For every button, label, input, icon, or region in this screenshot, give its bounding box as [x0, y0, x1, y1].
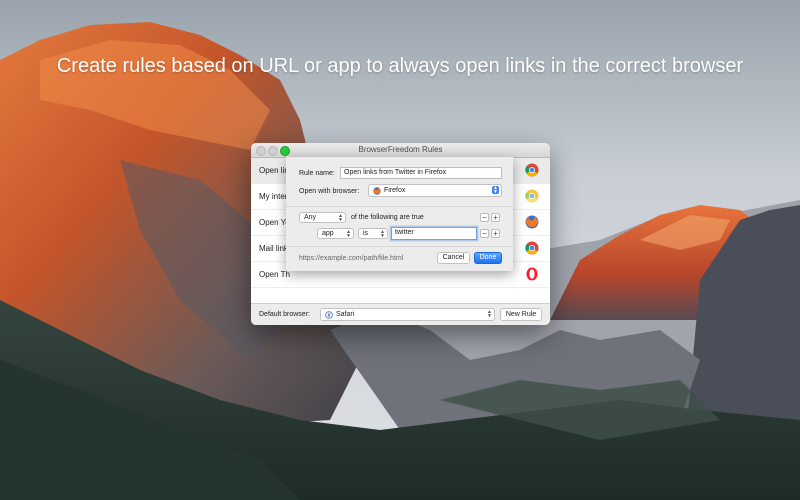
chrome-canary-icon: [525, 189, 539, 203]
rule-label: Open Th: [259, 270, 290, 279]
select-arrows-icon: ▲ ▼: [380, 229, 385, 239]
window-title: BrowserFreedom Rules: [358, 145, 443, 154]
titlebar[interactable]: BrowserFreedom Rules: [251, 143, 550, 158]
default-browser-label: Default browser:: [259, 311, 310, 318]
default-browser-select[interactable]: Safari ▲ ▼: [320, 308, 495, 321]
rule-label: Open lin: [259, 166, 289, 175]
rule-name-label: Rule name:: [299, 170, 335, 177]
opera-icon: [526, 267, 538, 281]
match-select[interactable]: Any ▲ ▼: [299, 212, 346, 223]
new-rule-button[interactable]: New Rule: [500, 308, 542, 321]
select-arrows-icon: ▲ ▼: [492, 185, 499, 195]
safari-icon: [325, 311, 333, 319]
firefox-icon: [373, 187, 381, 195]
chrome-icon: [525, 163, 539, 177]
rule-label: My inter: [259, 192, 288, 201]
remove-condition-button[interactable]: −: [480, 229, 489, 238]
rule-name-input[interactable]: Open links from Twitter in Firefox: [340, 167, 502, 179]
chrome-icon: [525, 241, 539, 255]
select-arrows-icon: ▲ ▼: [346, 229, 351, 239]
default-browser-value: Safari: [336, 311, 355, 318]
rule-editor-sheet: Rule name: Open links from Twitter in Fi…: [286, 157, 513, 271]
cancel-button[interactable]: Cancel: [437, 252, 470, 264]
open-with-value: Firefox: [384, 187, 406, 194]
condition-value-input[interactable]: twitter: [391, 227, 477, 240]
select-arrows-icon: ▲ ▼: [487, 309, 492, 319]
open-with-select[interactable]: Firefox ▲ ▼: [368, 184, 502, 197]
done-button[interactable]: Done: [474, 252, 502, 264]
match-select-value: Any: [304, 214, 317, 221]
condition-operator-value: is: [363, 230, 369, 237]
divider: [286, 246, 513, 247]
firefox-icon: [525, 215, 539, 229]
match-text: of the following are true: [351, 214, 424, 221]
remove-condition-button[interactable]: −: [480, 213, 489, 222]
add-condition-button[interactable]: +: [491, 213, 500, 222]
condition-field-select[interactable]: app ▲ ▼: [317, 228, 354, 239]
select-arrows-icon: ▲ ▼: [338, 213, 343, 223]
url-preview: https://example.com/path/file.html: [299, 255, 404, 262]
condition-field-value: app: [322, 230, 334, 237]
add-condition-button[interactable]: +: [491, 229, 500, 238]
open-with-label: Open with browser:: [299, 188, 360, 195]
divider: [286, 206, 513, 207]
headline: Create rules based on URL or app to alwa…: [56, 55, 744, 77]
condition-operator-select[interactable]: is ▲ ▼: [358, 228, 388, 239]
window-footer: Default browser: Safari ▲ ▼ New Rule: [251, 303, 550, 325]
rule-label: Mail link: [259, 244, 288, 253]
